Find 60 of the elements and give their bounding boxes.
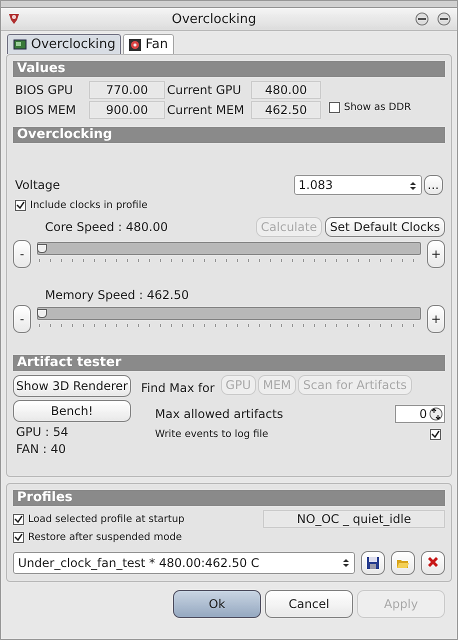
app-icon [7,12,21,26]
current-profile-field: NO_OC _ quiet_idle [263,510,445,528]
window-title: Overclocking [170,12,258,26]
increase-button[interactable]: + [427,305,445,333]
save-button[interactable] [361,551,385,575]
slider-label: Core Speed : 480.00 [45,220,168,234]
dialog-button[interactable]: Cancel [265,590,353,618]
increase-button[interactable]: + [427,240,445,268]
spinner-icon [429,407,443,421]
field-label: Current MEM [166,103,246,117]
tab[interactable]: Overclocking [7,34,122,54]
find-max-label: Find Max for [141,381,215,395]
slider-label: Memory Speed : 462.50 [45,288,189,302]
spinner-icon [342,557,350,569]
section-header: Artifact tester [13,355,445,371]
graphics-card-icon [13,38,27,50]
include-clocks-checkbox[interactable]: Include clocks in profile [13,200,445,211]
value-field: 480.00 [251,81,321,99]
section-header: Overclocking [13,127,445,143]
sensor-reading: GPU : 54 [15,425,70,439]
max-artifacts-spinbox[interactable]: 0 [395,405,445,423]
field-label: Current GPU [166,83,242,97]
spinner-icon [408,180,417,192]
profile-dropdown[interactable]: Under_clock_fan_test * 480.00:462.50 C [13,552,355,574]
log-events-checkbox[interactable] [430,429,441,440]
value-field: 462.50 [251,101,321,119]
decrease-button[interactable]: - [13,240,31,268]
load-profile-checkbox[interactable]: Load selected profile at startup [13,514,185,524]
log-events-label: Write events to log file [155,429,268,440]
field-label: BIOS MEM [14,103,77,117]
open-folder-button[interactable] [391,551,415,575]
decrease-button[interactable]: - [13,305,31,333]
sensor-reading: FAN : 40 [15,442,67,456]
close-button[interactable] [437,12,451,26]
checkmark-icon [14,533,23,542]
slider-thumb[interactable] [37,309,47,318]
checkmark-icon [16,201,25,210]
tab[interactable]: Fan [123,34,174,54]
max-artifacts-label: Max allowed artifacts [155,407,284,421]
cross-icon [426,556,440,570]
show-ddr-checkbox[interactable]: Show as DDR [329,102,412,112]
dialog-button[interactable]: Ok [173,590,261,618]
restore-checkbox[interactable]: Restore after suspended mode [13,532,445,543]
more-button[interactable]: ... [424,175,443,195]
voltage-label: Voltage [15,178,62,192]
value-field: 770.00 [89,81,165,99]
minimize-button[interactable] [415,12,429,26]
value-field: 900.00 [89,101,165,119]
fan-icon [129,38,142,50]
checkmark-icon [431,430,440,439]
section-header: Profiles [13,490,445,506]
voltage-dropdown[interactable]: 1.083 [294,175,422,195]
delete-button[interactable] [421,551,445,575]
checkmark-icon [14,514,23,524]
action-button[interactable]: Set Default Clocks [324,217,445,237]
slider-thumb[interactable] [37,244,47,253]
show-renderer-button[interactable]: Show 3D Renderer [13,375,131,397]
field-label: BIOS GPU [14,83,74,97]
section-header: Values [13,61,445,77]
bench-button[interactable]: Bench! [13,400,131,422]
